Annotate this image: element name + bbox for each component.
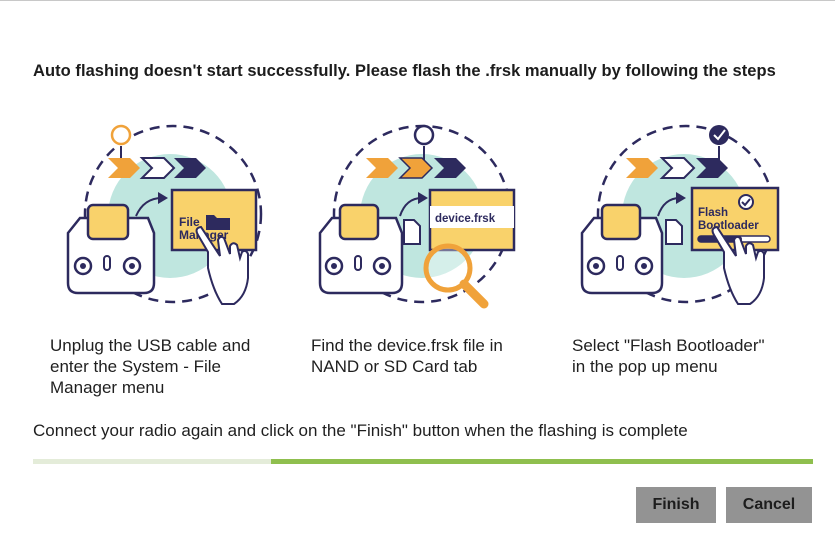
sd-card-icon xyxy=(403,219,421,245)
check-badge-icon xyxy=(738,194,754,210)
card-text-device: device.frsk xyxy=(435,213,496,225)
step-1-caption-line: Unplug the USB cable and xyxy=(50,336,251,355)
step-3-caption-line: Select "Flash Bootloader" xyxy=(572,336,765,355)
card-text-bootloader: Bootloader xyxy=(698,220,759,232)
card-text-file: File xyxy=(179,215,200,229)
completion-instruction: Connect your radio again and click on th… xyxy=(33,421,688,440)
step-1-caption-line: Manager menu xyxy=(50,378,165,397)
step-3-caption: Select "Flash Bootloader" in the pop up … xyxy=(572,335,822,377)
step-3-caption-line: in the pop up menu xyxy=(572,357,718,376)
dialog-heading: Auto flashing doesn't start successfully… xyxy=(33,62,776,80)
radio-controller-icon xyxy=(580,203,664,295)
top-divider xyxy=(0,0,835,1)
step-1-illustration: File Manager xyxy=(66,124,263,305)
step-2-caption-line: Find the device.frsk file in xyxy=(311,336,503,355)
sd-card-icon xyxy=(665,219,683,245)
cancel-button[interactable]: Cancel xyxy=(726,487,812,523)
card-text-flash: Flash xyxy=(698,207,728,219)
radio-controller-icon xyxy=(318,203,404,295)
radio-controller-icon xyxy=(66,203,156,295)
step-2-illustration: device.frsk xyxy=(318,124,516,309)
step-2-caption-line: NAND or SD Card tab xyxy=(311,357,478,376)
step-3-illustration: Flash Bootloader xyxy=(580,124,780,305)
finish-button[interactable]: Finish xyxy=(636,487,716,523)
flash-progress-fill xyxy=(270,459,813,464)
step-1-caption-line: enter the System - File xyxy=(50,357,222,376)
flash-progress-bar xyxy=(33,459,813,464)
step-1-caption: Unplug the USB cable and enter the Syste… xyxy=(50,335,290,398)
step-2-caption: Find the device.frsk file in NAND or SD … xyxy=(311,335,561,377)
